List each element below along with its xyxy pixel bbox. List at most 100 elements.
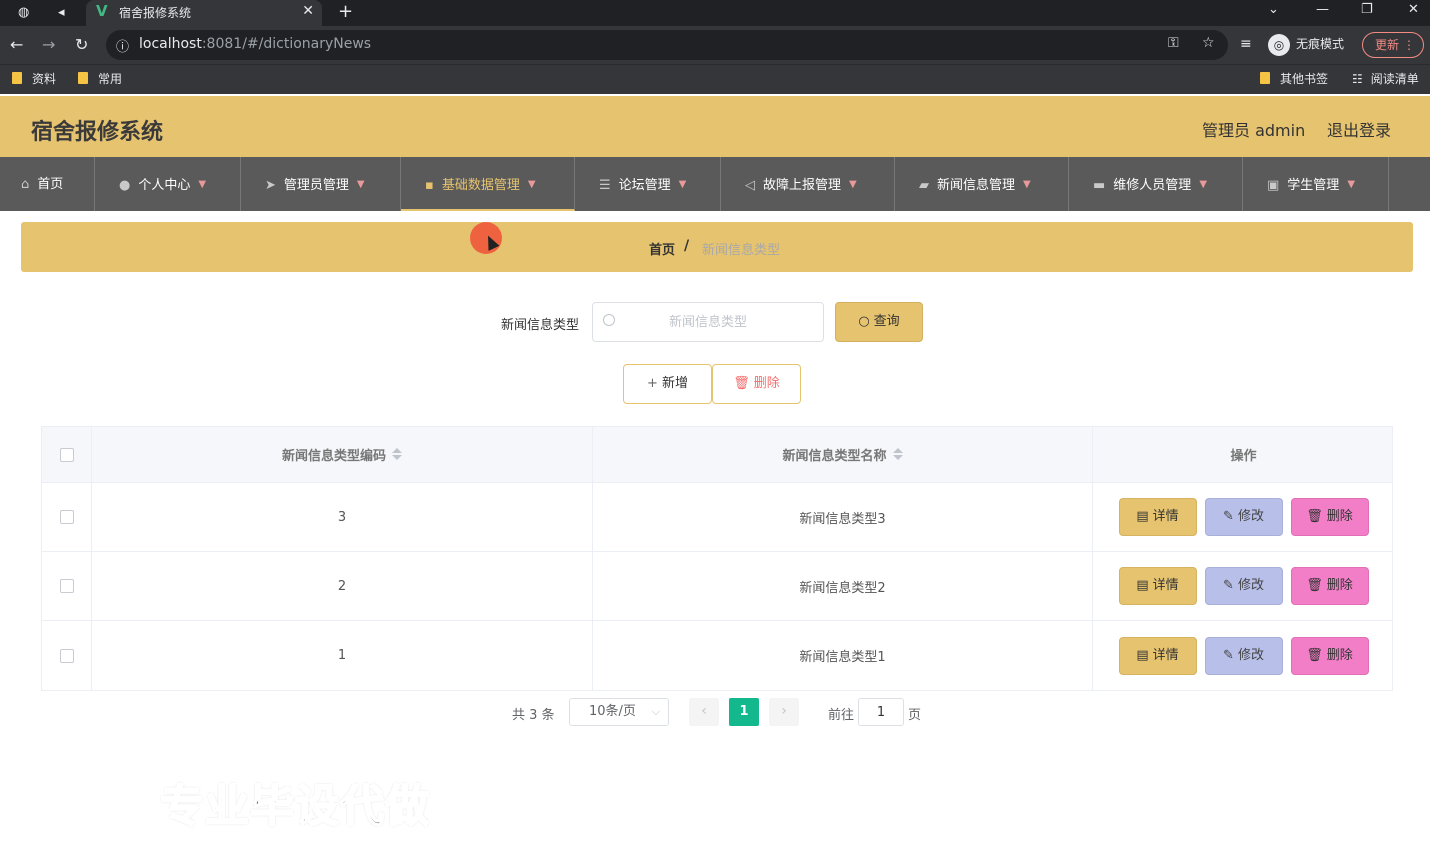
reading-list-button[interactable]: ☷ 阅读清单 xyxy=(1352,71,1419,87)
restore-icon[interactable]: ❐ xyxy=(1361,0,1373,20)
reload-icon[interactable]: ↻ xyxy=(75,35,88,54)
breadcrumb-home[interactable]: 首页 xyxy=(649,239,675,258)
chevron-right-icon: › xyxy=(781,703,787,719)
incognito-indicator[interactable]: ◎ 无痕模式 xyxy=(1268,32,1344,56)
key-icon[interactable]: ⚿ xyxy=(1168,35,1179,51)
reading-list-icon[interactable]: ≡ xyxy=(1240,36,1252,52)
speaker-icon[interactable]: ◂ xyxy=(58,2,65,24)
goto-label: 前往 xyxy=(828,708,855,723)
logout-link[interactable]: 退出登录 xyxy=(1327,117,1391,141)
menu-item-profile[interactable]: ● 个人中心 ▼ xyxy=(95,157,241,211)
url-text[interactable]: localhost:8081/#/dictionaryNews xyxy=(139,36,371,52)
menu-item-repairers[interactable]: ▬ 维修人员管理 ▼ xyxy=(1069,157,1243,211)
cell-code-text: 1 xyxy=(337,648,347,663)
search-input[interactable] xyxy=(623,311,793,333)
menu-item-fault-report[interactable]: ◁ 故障上报管理 ▼ xyxy=(721,157,895,211)
app-header: 宿舍报修系统 管理员 admin 退出登录 xyxy=(0,96,1430,157)
url-path: :8081/#/dictionaryNews xyxy=(201,36,372,52)
menu-item-forum[interactable]: ☰ 论坛管理 ▼ xyxy=(575,157,721,211)
table-row: 3 新闻信息类型3 ▤ 详情 ✎ 修改 🗑 删除 xyxy=(42,483,1392,552)
menu-item-home[interactable]: ⌂ 首页 xyxy=(0,157,95,211)
query-button[interactable]: ○ 查询 xyxy=(835,302,923,342)
column-header-code[interactable]: 新闻信息类型编码 xyxy=(92,427,593,482)
detail-button[interactable]: ▤ 详情 xyxy=(1118,498,1197,536)
chevron-down-icon: ⌵ xyxy=(651,705,660,718)
row-checkbox[interactable] xyxy=(59,579,74,593)
chevron-down-icon: ▼ xyxy=(356,179,365,190)
tab-search-icon[interactable]: ⌄ xyxy=(1268,0,1279,20)
bookmark-folder-other[interactable]: 其他书签 xyxy=(1260,71,1328,87)
bookmark-folder-common[interactable]: 常用 xyxy=(78,71,122,87)
menu-item-students[interactable]: ▣ 学生管理 ▼ xyxy=(1243,157,1389,211)
select-all-checkbox[interactable] xyxy=(59,447,74,462)
cell-name: 新闻信息类型2 xyxy=(593,552,1093,620)
browser-toolbar: ← → ↻ ⓘ localhost:8081/#/dictionaryNews … xyxy=(0,26,1430,64)
edit-button[interactable]: ✎ 修改 xyxy=(1204,498,1283,536)
chevron-down-icon: ▼ xyxy=(1199,179,1208,190)
search-input-wrapper xyxy=(592,302,824,342)
column-header-name[interactable]: 新闻信息类型名称 xyxy=(593,427,1093,482)
cell-code: 3 xyxy=(92,483,593,551)
menu-item-news[interactable]: ▰ 新闻信息管理 ▼ xyxy=(895,157,1069,211)
delete-button[interactable]: 🗑 删除 xyxy=(1290,498,1369,536)
column-header-label: 新闻信息类型编码 xyxy=(281,449,386,464)
sort-icon[interactable] xyxy=(892,447,903,462)
forward-icon[interactable]: → xyxy=(42,35,55,54)
detail-button[interactable]: ▤ 详情 xyxy=(1118,636,1197,675)
delete-button[interactable]: 🗑 删除 xyxy=(1290,567,1369,605)
page-number-current[interactable]: 1 xyxy=(729,698,759,726)
briefcase-icon: ▰ xyxy=(919,178,929,193)
update-label: 更新 xyxy=(1375,38,1400,52)
goto-page-input[interactable] xyxy=(858,698,904,726)
search-label: 新闻信息类型 xyxy=(501,318,580,333)
batch-delete-button[interactable]: 🗑 删除 xyxy=(712,364,801,404)
page-size-value: 10条/页 xyxy=(589,704,636,719)
chevron-left-icon: ‹ xyxy=(701,703,707,719)
menu-item-label: 首页 xyxy=(37,177,64,192)
pencil-icon: ✎ xyxy=(1223,647,1234,663)
cell-actions: ▤ 详情 ✎ 修改 🗑 删除 xyxy=(1093,621,1394,690)
edit-button[interactable]: ✎ 修改 xyxy=(1204,567,1283,605)
page-size-select[interactable]: 10条/页 ⌵ xyxy=(569,698,669,726)
address-bar[interactable]: ⓘ localhost:8081/#/dictionaryNews ⚿ ☆ xyxy=(106,30,1228,60)
sliders-icon: ☰ xyxy=(599,178,611,193)
stamp-icon: ▪ xyxy=(425,178,434,193)
add-button-label: 新增 xyxy=(661,376,688,391)
row-checkbox[interactable] xyxy=(59,648,74,663)
pencil-icon: ✎ xyxy=(1223,509,1234,524)
next-page-button[interactable]: › xyxy=(769,698,799,726)
close-tab-icon[interactable]: ✕ xyxy=(302,3,314,19)
browser-tab-strip: ◍ ◂ V 宿舍报修系统 ✕ + ⌄ — ❐ ✕ xyxy=(0,0,1430,26)
new-tab-icon[interactable]: + xyxy=(338,1,353,23)
minimize-icon[interactable]: — xyxy=(1316,0,1329,20)
detail-label: 详情 xyxy=(1152,509,1179,524)
trash-icon: 🗑 xyxy=(1306,509,1323,524)
row-checkbox[interactable] xyxy=(59,510,74,524)
bookmark-star-icon[interactable]: ☆ xyxy=(1202,35,1215,51)
back-icon[interactable]: ← xyxy=(10,35,23,54)
header-checkbox-cell xyxy=(42,427,92,482)
globe-icon[interactable]: ◍ xyxy=(18,2,29,24)
folder-icon xyxy=(12,72,22,84)
plus-icon: + xyxy=(647,376,658,391)
breadcrumb-current: 新闻信息类型 xyxy=(702,243,781,258)
prev-page-button[interactable]: ‹ xyxy=(689,698,719,726)
cell-code: 1 xyxy=(92,621,593,690)
detail-button[interactable]: ▤ 详情 xyxy=(1118,567,1197,605)
menu-item-base-data[interactable]: ▪ 基础数据管理 ▼ xyxy=(401,157,575,211)
bookmark-folder-materials[interactable]: 资料 xyxy=(12,71,56,87)
breadcrumb: 首页 / 新闻信息类型 xyxy=(21,222,1413,272)
delete-button[interactable]: 🗑 删除 xyxy=(1290,636,1369,675)
pagination-total: 共 3 条 xyxy=(512,708,555,723)
site-info-icon[interactable]: ⓘ xyxy=(116,36,129,55)
update-button[interactable]: 更新 ⋮ xyxy=(1362,32,1424,58)
add-button[interactable]: + 新增 xyxy=(623,364,712,404)
sort-icon[interactable] xyxy=(392,447,402,462)
data-table: 新闻信息类型编码 新闻信息类型名称 操作 3 新闻信息类型3 ▤ 详情 ✎ 修改 🗑… xyxy=(41,426,1393,691)
cell-code-text: 2 xyxy=(337,578,347,594)
close-window-icon[interactable]: ✕ xyxy=(1408,0,1419,20)
edit-button[interactable]: ✎ 修改 xyxy=(1204,636,1283,675)
batch-delete-label: 删除 xyxy=(753,376,780,391)
menu-item-admins[interactable]: ➤ 管理员管理 ▼ xyxy=(241,157,401,211)
browser-tab[interactable]: V 宿舍报修系统 ✕ xyxy=(86,0,322,26)
